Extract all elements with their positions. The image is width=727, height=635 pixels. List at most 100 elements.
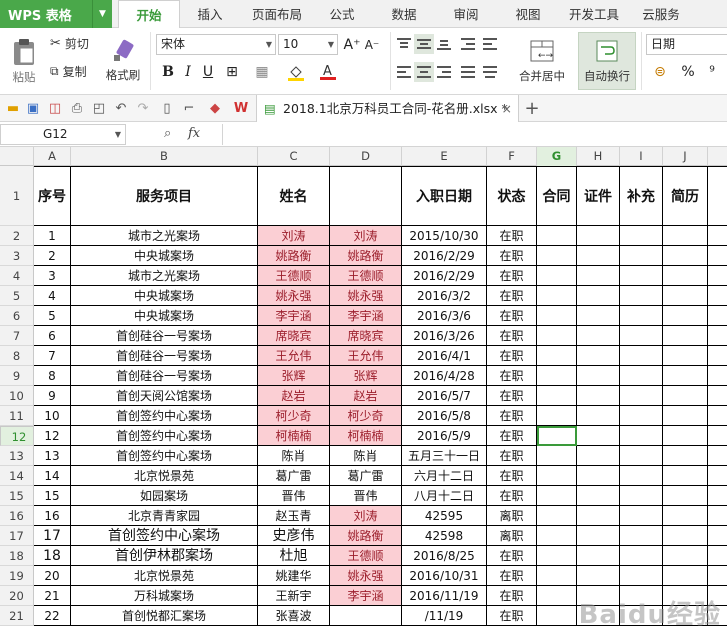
cell-name-dup[interactable]: 王德顺 [330, 546, 402, 566]
cell-name-dup[interactable]: 李宇涵 [330, 586, 402, 606]
cell-supplement[interactable] [620, 466, 663, 486]
row-header[interactable]: 15 [0, 486, 34, 506]
cell-seq[interactable]: 18 [34, 546, 71, 566]
customize-icon[interactable]: ◆ [206, 99, 224, 117]
tab-developer[interactable]: 开发工具 [564, 0, 624, 28]
cell-status[interactable]: 在职 [487, 426, 537, 446]
underline-button[interactable]: U [198, 62, 218, 82]
justify-icon[interactable] [458, 62, 478, 82]
cell-hire-date[interactable]: 42598 [402, 526, 487, 546]
cell-k[interactable] [708, 246, 727, 266]
comma-style-button[interactable]: ⁹ [702, 62, 722, 82]
cell-contract[interactable] [537, 446, 577, 466]
fill-color-icon[interactable] [286, 62, 306, 82]
document-tab[interactable]: ▤ 2018.1北京万科员工合同-花名册.xlsx * × [256, 95, 519, 122]
cell-name[interactable]: 柯少奇 [258, 406, 330, 426]
print-icon[interactable]: ⎙ [68, 99, 86, 117]
cell-contract[interactable] [537, 366, 577, 386]
cell-contract[interactable] [537, 386, 577, 406]
cell-seq[interactable]: 21 [34, 586, 71, 606]
cell-hire-date[interactable]: 八月十二日 [402, 486, 487, 506]
cell-hire-date[interactable]: 2016/4/28 [402, 366, 487, 386]
cell-contract[interactable] [537, 546, 577, 566]
cell-supplement[interactable] [620, 546, 663, 566]
cell-resume[interactable] [663, 466, 708, 486]
cell-id[interactable] [577, 366, 620, 386]
cell-status[interactable]: 在职 [487, 446, 537, 466]
cell-k[interactable] [708, 346, 727, 366]
cell-contract[interactable] [537, 466, 577, 486]
header-cell[interactable] [708, 166, 727, 226]
tab-page-layout[interactable]: 页面布局 [244, 0, 310, 28]
cell-seq[interactable]: 6 [34, 326, 71, 346]
cell-name-dup[interactable] [330, 606, 402, 626]
cell-hire-date[interactable]: /11/19 [402, 606, 487, 626]
cell-resume[interactable] [663, 326, 708, 346]
cell-name-dup[interactable]: 晋伟 [330, 486, 402, 506]
cell-id[interactable] [577, 486, 620, 506]
cell-seq[interactable]: 13 [34, 446, 71, 466]
cell-k[interactable] [708, 326, 727, 346]
cell-name[interactable]: 王允伟 [258, 346, 330, 366]
cell-name[interactable]: 柯楠楠 [258, 426, 330, 446]
tab-insert[interactable]: 插入 [186, 0, 234, 28]
row-header[interactable]: 12 [0, 426, 34, 446]
cell-k[interactable] [708, 386, 727, 406]
row-header[interactable]: 8 [0, 346, 34, 366]
wps-app-menu-button[interactable]: WPS 表格 ▼ [0, 0, 112, 28]
cell-supplement[interactable] [620, 406, 663, 426]
cell-hire-date[interactable]: 2016/10/31 [402, 566, 487, 586]
cell-name-dup[interactable]: 张辉 [330, 366, 402, 386]
row-header[interactable]: 1 [0, 166, 34, 226]
cell-status[interactable]: 在职 [487, 286, 537, 306]
cell-supplement[interactable] [620, 246, 663, 266]
copy-button[interactable]: ⧉ 复制 [50, 62, 100, 80]
cell-name-dup[interactable]: 刘涛 [330, 226, 402, 246]
bold-button[interactable]: B [158, 62, 178, 82]
cell-supplement[interactable] [620, 346, 663, 366]
align-middle-icon[interactable] [414, 34, 434, 54]
chevron-down-icon[interactable]: ▼ [92, 0, 112, 28]
align-center-icon[interactable] [414, 62, 434, 82]
row-header[interactable]: 5 [0, 286, 34, 306]
header-cell[interactable]: 服务项目 [71, 166, 258, 226]
cell-seq[interactable]: 15 [34, 486, 71, 506]
cell-hire-date[interactable]: 2016/8/25 [402, 546, 487, 566]
row-header[interactable]: 19 [0, 566, 34, 586]
cell-contract[interactable] [537, 306, 577, 326]
cell-k[interactable] [708, 466, 727, 486]
cell-seq[interactable]: 3 [34, 266, 71, 286]
tab-view[interactable]: 视图 [504, 0, 552, 28]
font-grow-button[interactable]: A⁺ [342, 35, 362, 55]
tab-data[interactable]: 数据 [380, 0, 428, 28]
align-bottom-icon[interactable] [434, 34, 454, 54]
cell-contract[interactable] [537, 526, 577, 546]
cell-name[interactable]: 席晓宾 [258, 326, 330, 346]
cell-hire-date[interactable]: 2016/2/29 [402, 246, 487, 266]
cell-name-dup[interactable]: 王允伟 [330, 346, 402, 366]
cell-service[interactable]: 首创签约中心案场 [71, 426, 258, 446]
cell-contract[interactable] [537, 346, 577, 366]
cell-k[interactable] [708, 366, 727, 386]
print-preview-icon[interactable]: ◰ [90, 99, 108, 117]
cell-status[interactable]: 在职 [487, 326, 537, 346]
cell-resume[interactable] [663, 366, 708, 386]
row-header[interactable]: 21 [0, 606, 34, 626]
align-top-icon[interactable] [394, 34, 414, 54]
formula-input[interactable] [222, 124, 727, 145]
cell-status[interactable]: 在职 [487, 266, 537, 286]
cell-supplement[interactable] [620, 566, 663, 586]
cell-resume[interactable] [663, 506, 708, 526]
row-header[interactable]: 17 [0, 526, 34, 546]
cell-name[interactable]: 陈肖 [258, 446, 330, 466]
undo-icon[interactable]: ↶ [112, 99, 130, 117]
cell-contract[interactable] [537, 506, 577, 526]
cell-service[interactable]: 中央城案场 [71, 286, 258, 306]
cell-status[interactable]: 在职 [487, 346, 537, 366]
cell-name[interactable]: 史彦伟 [258, 526, 330, 546]
header-cell[interactable]: 证件 [577, 166, 620, 226]
col-header-g[interactable]: G [537, 147, 577, 166]
cell-id[interactable] [577, 346, 620, 366]
cell-name-dup[interactable]: 王德顺 [330, 266, 402, 286]
cell-k[interactable] [708, 546, 727, 566]
